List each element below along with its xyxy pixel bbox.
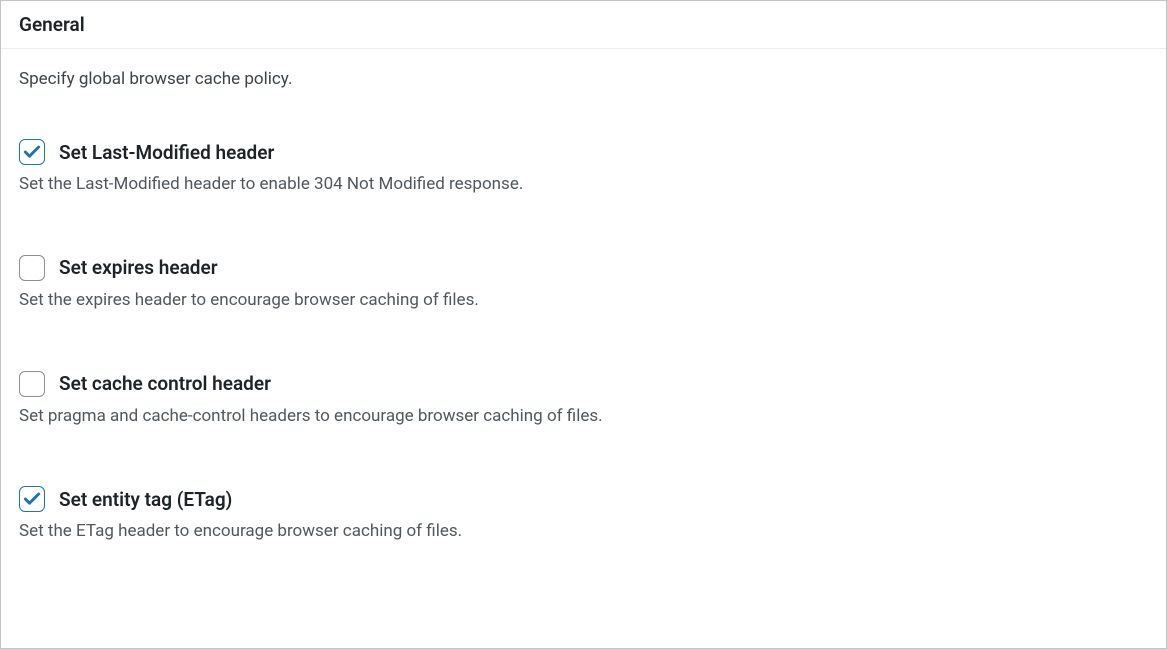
option-description-etag: Set the ETag header to encourage browser… <box>19 520 1148 544</box>
option-cache-control: Set cache control header Set pragma and … <box>19 371 1148 429</box>
option-description-expires: Set the expires header to encourage brow… <box>19 289 1148 313</box>
checkbox-last-modified[interactable] <box>19 139 45 165</box>
panel-body: Specify global browser cache policy. Set… <box>1 49 1166 584</box>
check-icon <box>22 489 42 509</box>
option-etag: Set entity tag (ETag) Set the ETag heade… <box>19 486 1148 544</box>
checkbox-etag[interactable] <box>19 486 45 512</box>
checkbox-expires[interactable] <box>19 255 45 281</box>
general-settings-panel: General Specify global browser cache pol… <box>0 0 1167 649</box>
panel-title: General <box>19 13 1148 36</box>
check-icon <box>22 142 42 162</box>
intro-text: Specify global browser cache policy. <box>19 69 1148 89</box>
option-label-cache-control[interactable]: Set cache control header <box>59 372 271 395</box>
option-expires: Set expires header Set the expires heade… <box>19 255 1148 313</box>
option-description-cache-control: Set pragma and cache-control headers to … <box>19 405 1148 429</box>
option-label-last-modified[interactable]: Set Last-Modified header <box>59 141 274 164</box>
option-label-expires[interactable]: Set expires header <box>59 256 218 279</box>
checkbox-cache-control[interactable] <box>19 371 45 397</box>
panel-header: General <box>1 1 1166 49</box>
option-description-last-modified: Set the Last-Modified header to enable 3… <box>19 173 1148 197</box>
option-label-etag[interactable]: Set entity tag (ETag) <box>59 488 232 511</box>
option-last-modified: Set Last-Modified header Set the Last-Mo… <box>19 139 1148 197</box>
